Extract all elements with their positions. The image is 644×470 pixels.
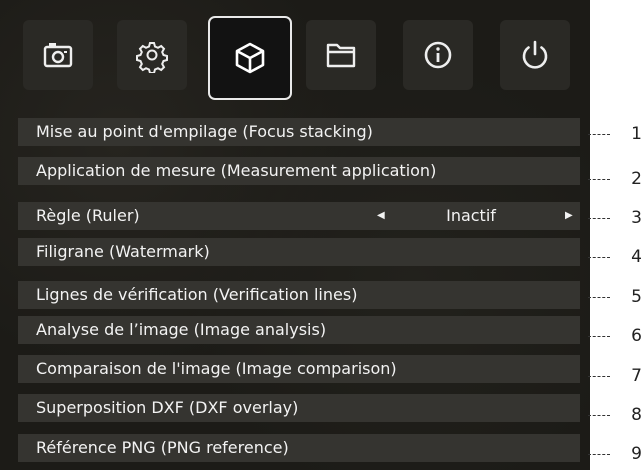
menu-panel: Mise au point d'empilage (Focus stacking… [0,0,590,470]
arrow-right-icon[interactable]: ▶ [565,202,573,230]
callout-2: 2 [588,169,644,191]
tab-camera[interactable] [23,20,93,90]
cube-icon [235,42,265,74]
menu-item-label: Filigrane (Watermark) [36,242,210,261]
menu-item-png-reference[interactable]: Référence PNG (PNG reference) [18,434,580,462]
power-icon [522,40,548,69]
callout-4: 4 [588,247,644,269]
callout-6: 6 [588,326,644,348]
menu-item-measurement-application[interactable]: Application de mesure (Measurement appli… [18,157,580,185]
menu-item-dxf-overlay[interactable]: Superposition DXF (DXF overlay) [18,394,580,422]
menu-item-label: Référence PNG (PNG reference) [36,438,289,457]
folder-icon [326,43,356,68]
gear-icon [136,42,168,73]
camera-icon [43,43,73,68]
tab-info[interactable] [403,20,473,90]
callout-7: 7 [588,366,644,388]
tab-files[interactable] [306,20,376,90]
menu-item-focus-stacking[interactable]: Mise au point d'empilage (Focus stacking… [18,118,580,146]
ruler-value: Inactif [446,206,496,225]
callout-3: 3 [588,208,644,230]
info-icon [424,41,452,69]
menu-item-label: Mise au point d'empilage (Focus stacking… [36,122,373,141]
callout-9: 9 [588,444,644,466]
menu-item-ruler[interactable]: Règle (Ruler) ◀ Inactif ▶ [18,202,580,230]
menu-item-label: Règle (Ruler) [36,206,140,225]
tab-tools[interactable] [208,16,292,100]
menu-item-verification-lines[interactable]: Lignes de vérification (Verification lin… [18,281,580,309]
menu-item-label: Comparaison de l'image (Image comparison… [36,359,397,378]
menu-item-image-comparison[interactable]: Comparaison de l'image (Image comparison… [18,355,580,383]
menu-item-label: Lignes de vérification (Verification lin… [36,285,358,304]
menu-item-image-analysis[interactable]: Analyse de l’image (Image analysis) [18,316,580,344]
tab-power[interactable] [500,20,570,90]
menu-item-label: Application de mesure (Measurement appli… [36,161,437,180]
callout-5: 5 [588,287,644,309]
tab-settings[interactable] [117,20,187,90]
menu-item-watermark[interactable]: Filigrane (Watermark) [18,238,580,266]
callout-1: 1 [588,124,644,146]
arrow-left-icon[interactable]: ◀ [377,202,385,230]
menu-item-label: Superposition DXF (DXF overlay) [36,398,299,417]
menu-item-label: Analyse de l’image (Image analysis) [36,320,327,339]
callout-8: 8 [588,405,644,427]
